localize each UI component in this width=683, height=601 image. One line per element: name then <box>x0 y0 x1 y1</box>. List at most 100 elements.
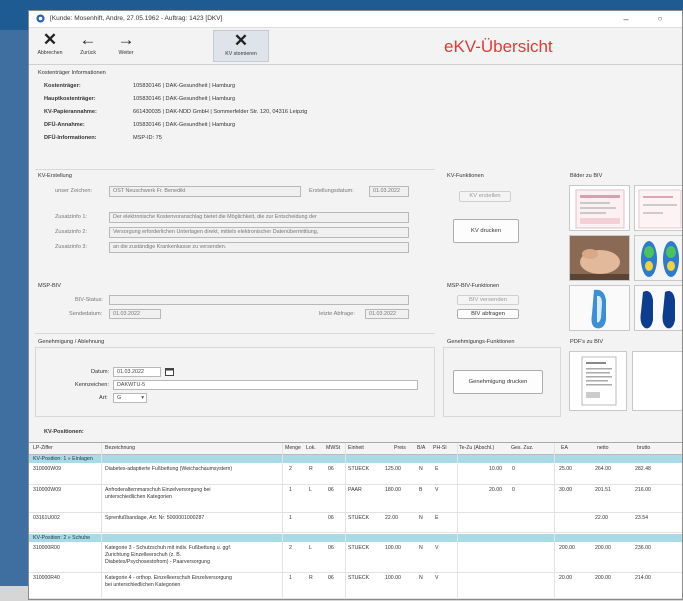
table-row[interactable]: 310000W09 Diabetes-adaptierte Fußbettung… <box>29 464 682 485</box>
cell-desc: Anfroderalternmarschuh Einzelversorgung … <box>105 487 211 500</box>
col-ea[interactable]: EA <box>561 445 568 451</box>
col-menge[interactable]: Menge <box>285 445 301 451</box>
dfu-info-value: MSP-ID: 75 <box>133 135 162 141</box>
zusatzinfo-2-field[interactable]: Versorgung erforderlichen Unterlagen dir… <box>109 227 409 238</box>
biv-image-thumbnail[interactable] <box>634 185 682 231</box>
chevron-down-icon: ▾ <box>141 395 144 401</box>
genehmigung-drucken-button[interactable]: Genehmigung drucken <box>453 370 543 394</box>
table-group-row[interactable]: KV-Position: 1 » Einlagen <box>29 455 682 463</box>
col-netto[interactable]: netto <box>597 445 609 451</box>
col-phsl[interactable]: PH-Sl <box>433 445 447 451</box>
sendedatum-field[interactable]: 01.03.2022 <box>109 309 161 319</box>
kv-papier-value: 661430035 | DAK-NDD GmbH | Sommerfelder … <box>133 109 308 115</box>
biv-pdf-thumbnail[interactable] <box>632 351 682 411</box>
cell-brutto: 236.00 <box>635 545 651 551</box>
unser-zeichen-field[interactable]: OST Neuschwerk Fr. Benedikt <box>109 186 301 197</box>
cell-code: 03161U002 <box>33 515 60 521</box>
cell-lok: L <box>309 487 312 493</box>
cell-phsl: V <box>435 545 439 551</box>
cell-lok: R <box>309 575 313 581</box>
insole-pair-icon <box>635 286 682 330</box>
cell-brutto: 214.00 <box>635 575 651 581</box>
dfu-info-label: DFÜ-Informationen: <box>44 135 97 141</box>
minimize-button[interactable]: – <box>615 12 637 26</box>
biv-status-field[interactable] <box>109 295 409 305</box>
cell-mwst: 06 <box>328 545 334 551</box>
cell-ea: 20.00 <box>559 575 572 581</box>
col-preis[interactable]: Preis <box>394 445 406 451</box>
col-brutto[interactable]: brutto <box>637 445 650 451</box>
cancel-button[interactable]: ✕ Abbrechen <box>33 30 67 62</box>
close-window-button[interactable]: ○ <box>649 12 671 26</box>
kv-positionen-table: LP-Ziffer Bezeichnung Menge Lok. MWSt Ei… <box>29 442 682 599</box>
col-tezu[interactable]: Te-Zu (Abschl.) <box>459 445 494 451</box>
cell-code: 310000W09 <box>33 466 61 472</box>
col-lp-ziffer[interactable]: LP-Ziffer <box>33 445 53 451</box>
col-mwst[interactable]: MWSt <box>326 445 340 451</box>
cell-ea: 30.00 <box>559 487 572 493</box>
gen-datum-field[interactable]: 01.03.2022 <box>113 367 161 377</box>
kv-cancel-button[interactable]: ✕ KV stornieren <box>213 30 269 62</box>
next-button[interactable]: → Weiter <box>109 30 143 62</box>
biv-image-thumbnail[interactable] <box>569 185 630 231</box>
biv-versenden-button[interactable]: BIV versenden <box>457 295 519 305</box>
cell-desc: Kategorie 4 - orthop. Einzelleerschuh Ei… <box>105 575 232 588</box>
kv-drucken-button[interactable]: KV drucken <box>453 219 519 243</box>
table-row[interactable]: 03161U002 Sprenfußbandage, Art. Nr. 5000… <box>29 513 682 533</box>
cell-menge: 2 <box>289 466 292 472</box>
gen-art-value: G <box>117 395 122 401</box>
cell-geszuz: 0 <box>512 466 515 472</box>
table-row[interactable]: 310000R00 Kategorie 3 - Schutzschuh mit … <box>29 543 682 573</box>
biv-image-thumbnail[interactable] <box>634 235 682 281</box>
kv-cancel-label: KV stornieren <box>225 51 257 57</box>
calendar-icon[interactable] <box>165 367 174 376</box>
gen-art-select[interactable]: G ▾ <box>113 393 147 403</box>
table-group-row[interactable]: KV-Position: 2 » Schuhe <box>29 534 682 542</box>
cell-phsl: V <box>435 487 439 493</box>
genehmigung-heading: Genehmigung / Ablehnung <box>38 339 105 345</box>
page-title: eKV-Übersicht <box>444 37 553 56</box>
biv-image-thumbnail[interactable] <box>569 235 630 281</box>
col-lok[interactable]: Lok. <box>306 445 316 451</box>
kv-erstellen-button[interactable]: KV erstellen <box>459 191 511 202</box>
kv-erstellung-heading: KV-Erstellung <box>38 173 72 179</box>
cell-brutto: 282.48 <box>635 466 651 472</box>
cell-code: 310000W09 <box>33 487 61 493</box>
next-label: Weiter <box>118 50 134 56</box>
cell-geszuz: 0 <box>512 487 515 493</box>
app-icon <box>36 14 45 23</box>
cell-preis: 100.00 <box>385 575 401 581</box>
biv-image-thumbnail[interactable] <box>634 285 682 331</box>
kv-papier-label: KV-Papierannahme: <box>44 109 97 115</box>
column-divider <box>554 443 555 599</box>
zusatzinfo-3-field[interactable]: an die zuständige Krankenkasse zu versen… <box>109 242 409 253</box>
cell-ba: N <box>419 575 423 581</box>
cell-ea: 200.00 <box>559 545 575 551</box>
biv-pdf-thumbnail[interactable] <box>569 351 627 411</box>
cell-netto: 200.00 <box>595 575 611 581</box>
erstellungsdatum-field[interactable]: 01.03.2022 <box>369 186 409 197</box>
cell-preis: 125.00 <box>385 466 401 472</box>
gen-kennzeichen-label: Kennzeichen: <box>75 382 109 388</box>
gen-kennzeichen-field[interactable]: DAKWTU-5 <box>113 380 418 390</box>
col-ba[interactable]: B/A <box>417 445 425 451</box>
table-row[interactable]: 310000R40 Kategorie 4 - orthop. Einzelle… <box>29 573 682 599</box>
zusatzinfo-1-field[interactable]: Der elektronische Kostenvoranschlag biet… <box>109 212 409 223</box>
cell-desc: Kategorie 3 - Schutzschuh mit indiv. Fuß… <box>105 545 232 565</box>
zusatzinfo-1-label: Zusatzinfo 1: <box>55 214 88 220</box>
document-preview-icon <box>638 189 682 229</box>
divider <box>35 333 435 334</box>
biv-image-thumbnail[interactable] <box>569 285 630 331</box>
kt-label: Kostenträger: <box>44 83 81 89</box>
letzte-abfrage-field[interactable]: 01.03.2022 <box>365 309 409 319</box>
cell-phsl: E <box>435 466 439 472</box>
cell-lok: R <box>309 466 313 472</box>
col-geszuz[interactable]: Ges. Zuz. <box>511 445 534 451</box>
col-einheit[interactable]: Einheit <box>348 445 364 451</box>
back-button[interactable]: ← Zurück <box>71 30 105 62</box>
col-bezeichnung[interactable]: Bezeichnung <box>105 445 135 451</box>
cell-lok: L <box>309 545 312 551</box>
biv-abfragen-button[interactable]: BIV abfragen <box>457 309 519 319</box>
table-row[interactable]: 310000W09 Anfroderalternmarschuh Einzelv… <box>29 485 682 513</box>
cancel-label: Abbrechen <box>37 50 63 56</box>
